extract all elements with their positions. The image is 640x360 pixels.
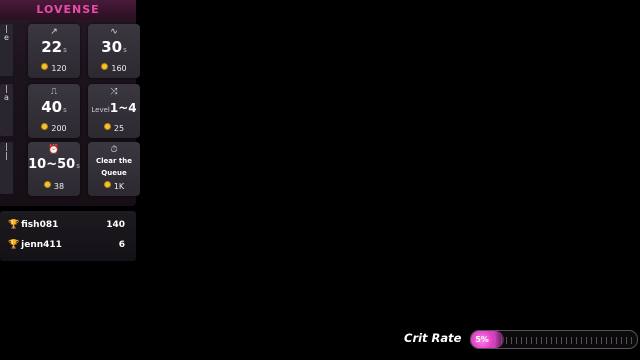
crit-rate-label: Crit Rate [404, 331, 462, 345]
tip-tile-40s[interactable]: ⎍ 40s 200 [28, 84, 80, 138]
side-strip-char: a [4, 93, 9, 102]
coin-icon [41, 63, 49, 70]
leaderboard-row: 🏆 jenn411 6 [8, 240, 128, 254]
shuffle-icon: ⤨ [110, 87, 118, 97]
coin-icon [41, 123, 49, 130]
tip-tile-30s[interactable]: ∿ 30s 160 [88, 24, 140, 78]
leaderboard-name: fish081 [21, 220, 59, 230]
tile-level: Level1~4 [91, 101, 137, 115]
tip-menu-panel: LOVENSE | e | a | | ↗ 22s 120 ∿ 30s 160 … [0, 0, 140, 206]
pulse-square-icon: ⎍ [50, 87, 58, 97]
tip-tile-clear-queue[interactable]: ⏱ Clear the Queue 1K [88, 142, 140, 196]
side-strip-bottom: | | [0, 142, 13, 194]
tip-tile-random-time[interactable]: ⏰ 10~50s 38 [28, 142, 80, 196]
lovense-logo: LOVENSE [0, 0, 136, 20]
pulse-up-icon: ↗ [50, 27, 58, 37]
leaderboard-name: jenn411 [21, 240, 62, 250]
side-strip-char: e [4, 33, 9, 42]
stopwatch-icon: ⏱ [110, 145, 118, 155]
tip-tile-random-level[interactable]: ⤨ Level1~4 25 [88, 84, 140, 138]
leaderboard-score: 140 [106, 220, 125, 230]
leaderboard-score: 6 [118, 240, 125, 250]
side-strip-char: | [5, 142, 8, 151]
side-strip-top: | e [0, 24, 13, 76]
tile-cost: 120 [28, 63, 80, 73]
crit-rate-bar: 5% [470, 330, 638, 349]
tile-cost: 160 [88, 63, 140, 73]
alarm-clock-icon: ⏰ [48, 145, 60, 155]
tile-cost: 200 [28, 123, 80, 133]
tile-duration: 40s [41, 98, 67, 116]
tile-duration: 30s [101, 38, 127, 56]
side-strip-char: | [5, 151, 8, 160]
tile-duration: 10~50s [28, 157, 80, 172]
leaderboard-row: 🏆 fish081 140 [8, 220, 128, 234]
tile-cost: 38 [28, 181, 80, 191]
coin-icon [101, 63, 109, 70]
trophy-icon: 🏆 [8, 220, 20, 230]
side-strip-char: | [5, 24, 8, 33]
coin-icon [43, 181, 51, 188]
wave-icon: ∿ [110, 27, 118, 37]
side-strip-mid: | a [0, 84, 13, 136]
coin-icon [103, 123, 111, 130]
tile-clear-queue-text: Clear the Queue [96, 157, 132, 177]
side-strip-char: | [5, 84, 8, 93]
crit-rate-ticks [501, 337, 633, 344]
tile-cost: 25 [88, 123, 140, 133]
tipper-leaderboard: 🏆 fish081 140 🏆 jenn411 6 [0, 211, 136, 261]
tile-cost: 1K [88, 181, 140, 191]
coin-icon [103, 181, 111, 188]
crit-rate-value: 5% [471, 331, 494, 348]
tip-tile-22s[interactable]: ↗ 22s 120 [28, 24, 80, 78]
trophy-icon: 🏆 [8, 240, 20, 250]
tile-duration: 22s [41, 38, 67, 56]
